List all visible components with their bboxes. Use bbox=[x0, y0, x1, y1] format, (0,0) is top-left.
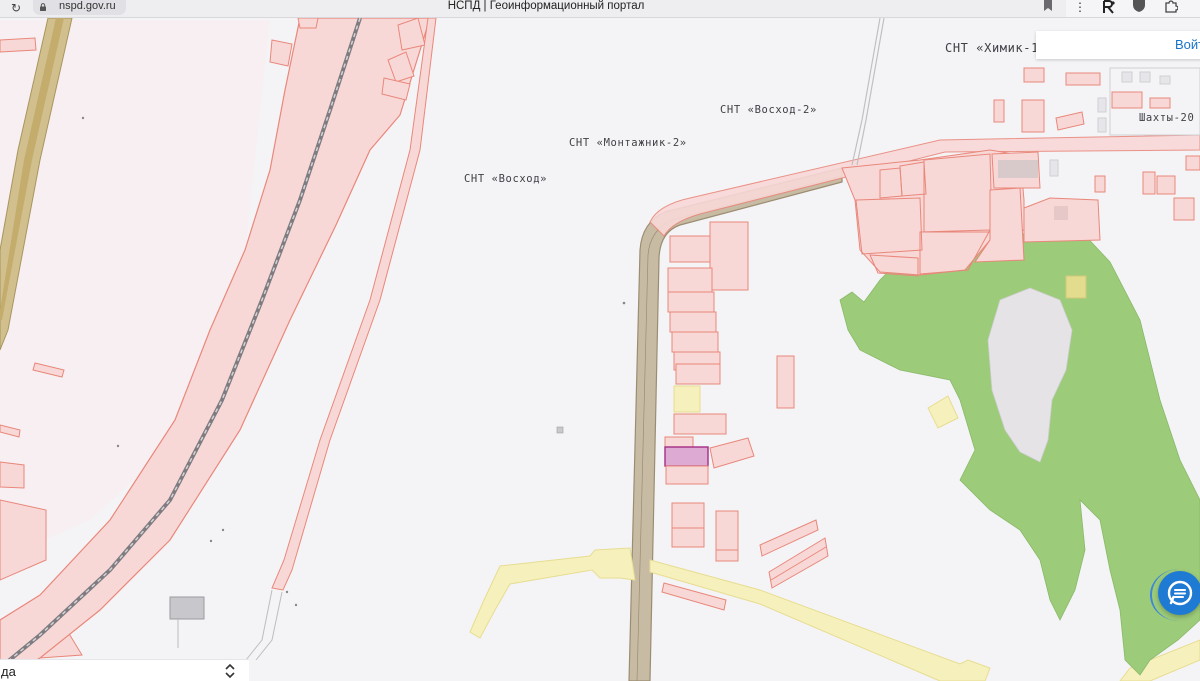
parcel bbox=[269, 39, 293, 67]
parcel bbox=[1023, 67, 1045, 83]
parcel bbox=[1021, 99, 1045, 133]
parcel bbox=[993, 99, 1005, 123]
label-snt-montazhnik-2: СНТ «Монтажник-2» bbox=[569, 137, 687, 149]
parcel bbox=[671, 331, 719, 353]
zone-yellow bbox=[1065, 275, 1087, 299]
marker bbox=[116, 444, 120, 448]
marker bbox=[556, 426, 564, 434]
parcel bbox=[709, 221, 749, 291]
marker bbox=[285, 590, 289, 594]
parcel bbox=[1142, 171, 1156, 195]
up-down-arrows-icon bbox=[225, 663, 235, 679]
parcel bbox=[1156, 175, 1176, 195]
parcel bbox=[1065, 72, 1101, 86]
marker bbox=[294, 603, 298, 607]
login-button[interactable]: Войт bbox=[1175, 37, 1200, 52]
browser-toolbar: ↻ nspd.gov.ru НСПД | Геоинформационный п… bbox=[0, 0, 1200, 18]
building bbox=[1159, 75, 1171, 85]
map-svg[interactable] bbox=[0, 0, 1200, 681]
marker bbox=[622, 301, 626, 305]
parcel bbox=[776, 355, 795, 409]
building bbox=[1054, 206, 1068, 220]
parcel bbox=[1111, 91, 1143, 109]
parcel bbox=[669, 235, 711, 263]
building bbox=[1139, 71, 1151, 83]
marker bbox=[209, 539, 213, 543]
page-title: НСПД | Геоинформационный портал bbox=[447, 0, 645, 12]
parcel bbox=[673, 413, 727, 435]
parcel bbox=[1149, 97, 1171, 109]
parcel bbox=[1094, 175, 1106, 193]
parcel bbox=[0, 37, 37, 53]
chat-icon bbox=[1167, 580, 1193, 606]
layer-select[interactable]: да bbox=[0, 659, 249, 681]
layer-select-value: да bbox=[1, 664, 16, 679]
building bbox=[1121, 71, 1133, 83]
shield-icon[interactable] bbox=[1132, 0, 1146, 12]
parcel bbox=[667, 291, 715, 313]
building bbox=[998, 160, 1038, 178]
building bbox=[1049, 159, 1059, 177]
parcel bbox=[675, 363, 721, 385]
parcel bbox=[1173, 197, 1195, 221]
parcel bbox=[669, 311, 717, 333]
parcel bbox=[715, 510, 739, 562]
login-panel: Войт bbox=[1036, 31, 1200, 59]
parcel bbox=[667, 267, 713, 293]
parcel bbox=[297, 17, 319, 29]
bookmark-icon[interactable] bbox=[1043, 0, 1053, 12]
parcel bbox=[1185, 155, 1200, 171]
marker bbox=[81, 116, 85, 120]
chat-button[interactable] bbox=[1158, 571, 1200, 615]
app-root: СНТ «Восход» СНТ «Монтажник-2» СНТ «Восх… bbox=[0, 0, 1200, 681]
building bbox=[1097, 97, 1107, 113]
label-shakhty-20: Шахты-20 bbox=[1139, 112, 1195, 124]
menu-dots-icon[interactable]: ⋮ bbox=[1074, 0, 1086, 16]
building-grey bbox=[169, 596, 205, 620]
parcel bbox=[664, 436, 694, 448]
marker bbox=[221, 528, 225, 532]
parcel bbox=[665, 465, 709, 485]
building bbox=[1097, 117, 1107, 133]
parcel bbox=[0, 461, 25, 489]
extensions-panel: ⋮ bbox=[1066, 0, 1200, 17]
parcel bbox=[671, 502, 705, 548]
zone-yellow bbox=[673, 385, 701, 413]
label-snt-voskhod: СНТ «Восход» bbox=[464, 173, 548, 185]
label-snt-voskhod-2: СНТ «Восход-2» bbox=[720, 104, 817, 116]
extension-r-icon[interactable] bbox=[1102, 0, 1116, 14]
parcel-selected[interactable] bbox=[664, 446, 709, 467]
map-canvas[interactable]: СНТ «Восход» СНТ «Монтажник-2» СНТ «Восх… bbox=[0, 0, 1200, 681]
puzzle-icon[interactable] bbox=[1164, 0, 1178, 13]
label-snt-khimik-1: СНТ «Химик-1 bbox=[945, 41, 1039, 55]
